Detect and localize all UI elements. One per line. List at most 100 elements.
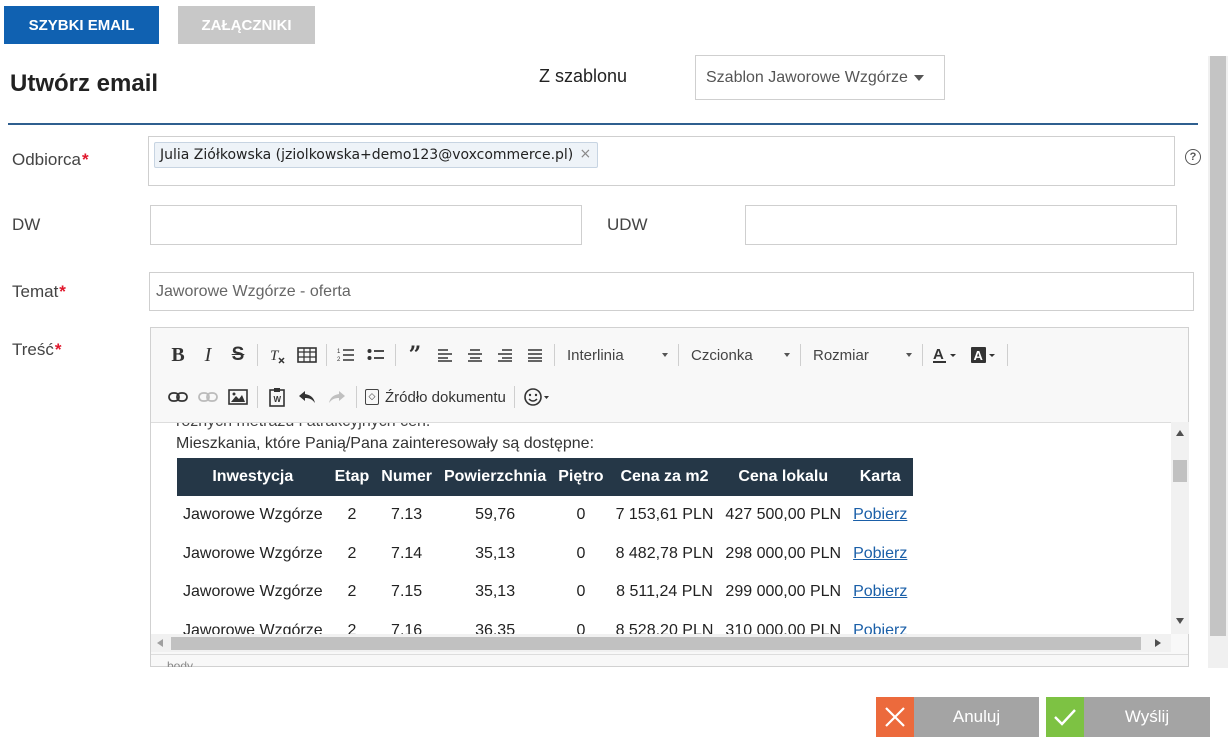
template-select-value: Szablon Jaworowe Wzgórze [706, 68, 908, 86]
scroll-right-icon[interactable] [1155, 639, 1161, 647]
font-label: Czcionka [691, 346, 753, 364]
send-button[interactable]: Wyślij [1046, 697, 1210, 737]
email-composer: SZYBKI EMAIL ZAŁĄCZNIKI Utwórz email Z s… [0, 0, 1232, 740]
size-label: Rozmiar [813, 346, 869, 364]
bold-button[interactable]: B [163, 341, 193, 369]
toolbar-separator [326, 344, 327, 366]
editor-horizontal-scrollbar[interactable] [151, 634, 1171, 652]
svg-text:1: 1 [337, 349, 341, 355]
table-cell: 0 [576, 583, 586, 601]
template-label: Z szablonu [539, 66, 628, 86]
page-scrollbar[interactable] [1208, 56, 1228, 668]
tab-attachments[interactable]: ZAŁĄCZNIKI [178, 6, 315, 44]
table-cell: Pobierz [847, 535, 913, 574]
table-cell: 299 000,00 PLN [725, 583, 842, 601]
table-cell: 0 [576, 506, 586, 524]
caret-down-icon [784, 353, 790, 357]
download-card-link[interactable]: Pobierz [853, 583, 907, 600]
background-color-icon[interactable]: A [965, 341, 1003, 369]
svg-text:2: 2 [337, 357, 341, 363]
toolbar-separator [678, 344, 679, 366]
scroll-down-icon[interactable] [1176, 618, 1184, 624]
table-cell: 427 500,00 PLN [725, 506, 842, 524]
download-card-link[interactable]: Pobierz [853, 545, 907, 562]
remove-format-icon[interactable]: T [262, 341, 292, 369]
table-row: Jaworowe Wzgórze 2 7.15 35,13 0 8 511,24… [177, 573, 913, 612]
subject-input[interactable]: Jaworowe Wzgórze - oferta [149, 272, 1194, 311]
line-height-select[interactable]: Interlinia [559, 341, 674, 369]
cc-input[interactable] [150, 205, 582, 245]
emoji-icon[interactable] [519, 383, 555, 411]
scroll-thumb[interactable] [1173, 460, 1187, 482]
send-label: Wyślij [1084, 697, 1210, 737]
apartments-table: Inwestycja Etap Numer Powierzchnia Piętr… [177, 458, 914, 634]
table-cell: 7.13 [391, 506, 423, 524]
table-cell: 2 [347, 544, 357, 562]
remove-chip-icon[interactable]: × [580, 146, 592, 162]
bcc-input[interactable] [745, 205, 1177, 245]
numbered-list-icon[interactable]: 12 [331, 341, 361, 369]
table-cell: 2 [347, 583, 357, 601]
redo-icon[interactable] [322, 383, 352, 411]
editor-content[interactable]: różnych metrażu i atrakcyjnych cen. Mies… [151, 422, 1171, 634]
help-icon[interactable]: ? [1185, 149, 1201, 165]
align-center-icon[interactable] [460, 341, 490, 369]
svg-text:T: T [270, 348, 280, 364]
undo-icon[interactable] [292, 383, 322, 411]
size-select[interactable]: Rozmiar [805, 341, 918, 369]
close-icon [876, 697, 914, 737]
template-select[interactable]: Szablon Jaworowe Wzgórze [695, 55, 945, 100]
unlink-icon[interactable] [193, 383, 223, 411]
text-color-icon[interactable]: A [927, 341, 965, 369]
caret-down-icon [662, 353, 668, 357]
scroll-up-icon[interactable] [1176, 430, 1184, 436]
scroll-thumb[interactable] [171, 637, 1141, 650]
table-cell: 2 [347, 506, 357, 524]
svg-text:A: A [974, 348, 984, 363]
header-divider [8, 123, 1198, 125]
editor-vertical-scrollbar[interactable] [1171, 422, 1189, 634]
table-cell: 2 [347, 621, 357, 634]
recipient-input[interactable]: Julia Ziółkowska (jziolkowska+demo123@vo… [148, 136, 1175, 186]
table-cell: 310 000,00 PLN [725, 621, 842, 634]
download-card-link[interactable]: Pobierz [853, 622, 907, 634]
source-button[interactable]: ◇ Źródło dokumentu [361, 389, 510, 406]
cc-label: DW [12, 215, 41, 234]
image-icon[interactable] [223, 383, 253, 411]
align-right-icon[interactable] [490, 341, 520, 369]
source-icon: ◇ [365, 389, 379, 405]
bullet-list-icon[interactable] [361, 341, 391, 369]
italic-button[interactable]: I [193, 341, 223, 369]
table-cell: 7 153,61 PLN [615, 506, 714, 524]
blockquote-icon[interactable]: ” [400, 341, 430, 369]
table-cell: 8 511,24 PLN [616, 583, 713, 601]
table-row: Jaworowe Wzgórze 2 7.13 59,76 0 7 153,61… [177, 496, 913, 535]
table-cell: 35,13 [475, 544, 516, 562]
column-header: Numer [375, 458, 438, 496]
strikethrough-button[interactable]: S [223, 341, 253, 369]
table-cell: 7.14 [391, 544, 423, 562]
align-left-icon[interactable] [430, 341, 460, 369]
table-cell: 298 000,00 PLN [725, 544, 842, 562]
caret-down-icon [913, 74, 924, 81]
table-cell: Jaworowe Wzgórze [183, 506, 323, 524]
table-cell: 8 482,78 PLN [615, 544, 714, 562]
toolbar-separator [395, 344, 396, 366]
align-justify-icon[interactable] [520, 341, 550, 369]
table-cell: 8 528,20 PLN [615, 621, 714, 634]
table-icon[interactable] [292, 341, 322, 369]
table-cell: Jaworowe Wzgórze [183, 621, 323, 634]
toolbar-separator [257, 386, 258, 408]
font-select[interactable]: Czcionka [683, 341, 796, 369]
scroll-left-icon[interactable] [157, 639, 163, 647]
tab-quick-email[interactable]: SZYBKI EMAIL [4, 6, 159, 44]
toolbar-separator [356, 386, 357, 408]
cancel-button[interactable]: Anuluj [876, 697, 1039, 737]
paste-word-icon[interactable]: W [262, 383, 292, 411]
page-scroll-thumb[interactable] [1210, 56, 1226, 636]
column-header: Powierzchnia [437, 458, 553, 496]
caret-down-icon [906, 353, 912, 357]
download-card-link[interactable]: Pobierz [853, 506, 907, 523]
toolbar-separator [1007, 344, 1008, 366]
link-icon[interactable] [163, 383, 193, 411]
